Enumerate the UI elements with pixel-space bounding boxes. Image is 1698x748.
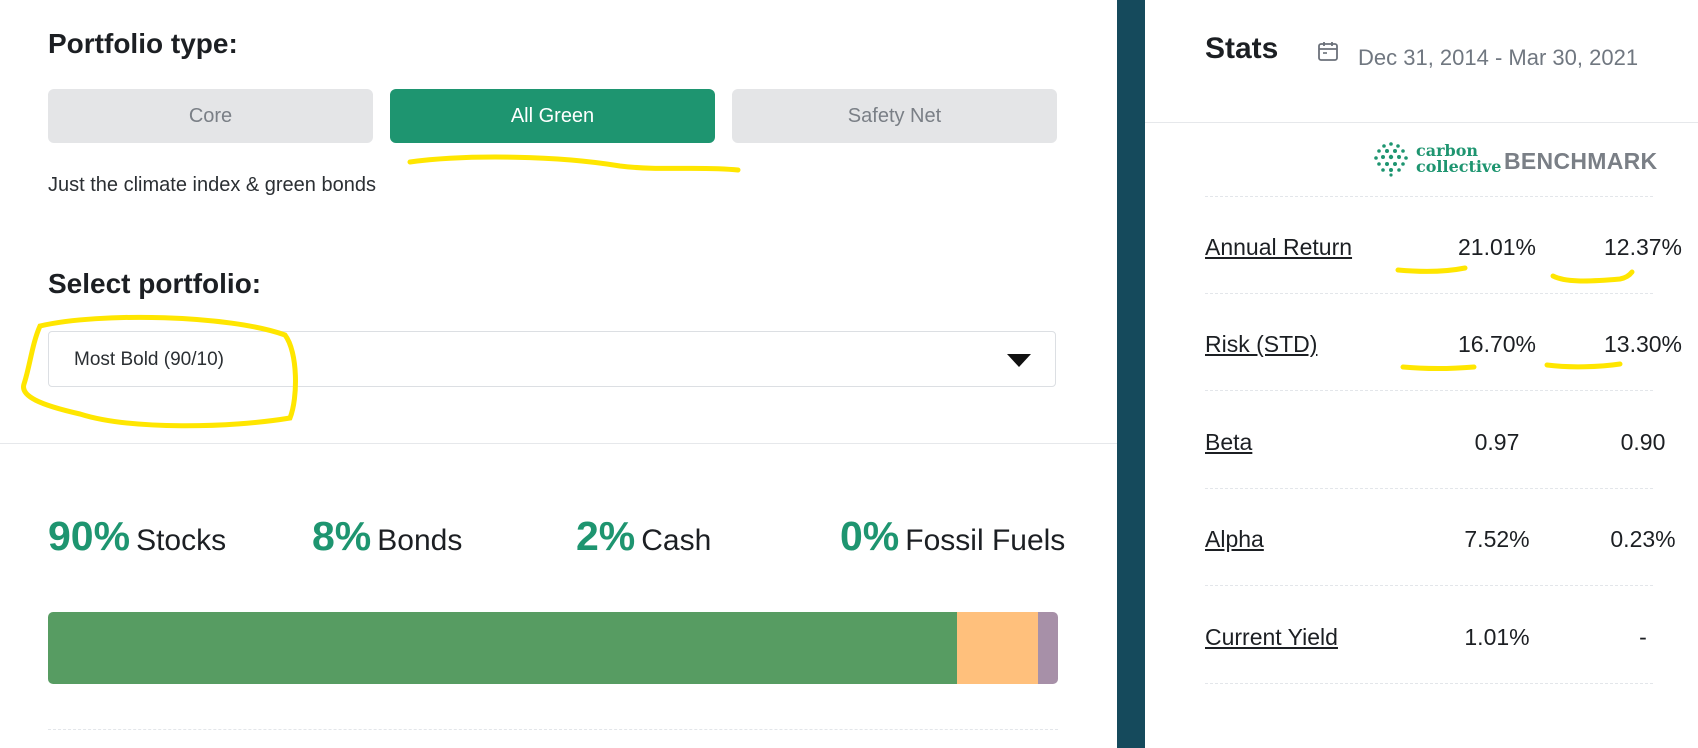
row-divider [1205, 683, 1653, 684]
stats-header-divider [1145, 122, 1698, 123]
stat-benchmark-risk-std: 13.30% [1603, 331, 1682, 357]
stat-benchmark-annual-return: 12.37% [1603, 234, 1682, 260]
allocation-fossil-fuels: 0% Fossil Fuels [840, 513, 1065, 560]
section-divider [0, 443, 1117, 444]
portfolio-type-title: Portfolio type: [48, 28, 238, 59]
allocation-fossil-fuels-pct: 0% [840, 513, 900, 559]
allocation-bonds-pct: 8% [312, 513, 372, 559]
portfolio-select-value: Most Bold (90/10) [74, 349, 224, 370]
allocation-bar-segment-stocks [48, 612, 957, 684]
allocation-bonds: 8% Bonds [312, 513, 462, 560]
allocation-fossil-fuels-label: Fossil Fuels [905, 524, 1066, 557]
stat-carbon-annual-return: 21.01% [1457, 234, 1536, 260]
bottom-divider [48, 729, 1058, 730]
stat-label-current-yield[interactable]: Current Yield [1205, 624, 1338, 651]
stat-carbon-current-yield: 1.01% [1464, 624, 1530, 650]
highlight-underline-all-green [407, 154, 741, 173]
row-divider [1205, 196, 1653, 197]
allocation-bar-segment-bonds [957, 612, 1038, 684]
carbon-collective-logo-mark [1374, 142, 1408, 177]
stat-benchmark-beta: 0.90 [1620, 429, 1666, 455]
portfolio-select[interactable]: Most Bold (90/10) [48, 331, 1056, 387]
allocation-bonds-label: Bonds [377, 524, 463, 557]
allocation-stocks: 90% Stocks [48, 513, 226, 560]
highlight-underline-carbon-return [1395, 265, 1468, 274]
stat-label-annual-return[interactable]: Annual Return [1205, 234, 1352, 261]
stat-carbon-alpha: 7.52% [1464, 526, 1530, 552]
highlight-underline-benchmark-return [1550, 269, 1635, 284]
chevron-down-icon [1007, 354, 1031, 367]
stat-benchmark-current-yield: - [1639, 624, 1647, 650]
highlight-underline-benchmark-risk [1544, 361, 1623, 370]
allocation-stocks-label: Stocks [136, 524, 227, 557]
allocation-bar-segment-cash [1037, 612, 1058, 684]
select-portfolio-title: Select portfolio: [48, 268, 262, 299]
row-divider [1205, 585, 1653, 586]
stat-carbon-beta: 0.97 [1474, 429, 1520, 455]
date-range: Dec 31, 2014 - Mar 30, 2021 [1358, 45, 1639, 70]
allocation-cash: 2% Cash [576, 513, 711, 560]
portfolio-type-core-button[interactable]: Core [48, 89, 373, 143]
stat-label-beta[interactable]: Beta [1205, 429, 1252, 456]
logo-text-line-2: collective [1416, 157, 1502, 176]
row-divider [1205, 390, 1653, 391]
calendar-icon [1318, 42, 1338, 61]
row-divider [1205, 293, 1653, 294]
allocation-cash-pct: 2% [576, 513, 636, 559]
allocation-stocks-pct: 90% [48, 513, 131, 559]
benchmark-column-header: BENCHMARK [1504, 148, 1658, 174]
stats-panel: Stats Dec 31, 2014 - Mar 30, 2021 carbon… [1145, 0, 1698, 748]
carbon-collective-logo: carbon collective [1372, 140, 1501, 178]
stat-label-alpha[interactable]: Alpha [1205, 526, 1264, 553]
stat-label-risk-std[interactable]: Risk (STD) [1205, 331, 1317, 358]
highlight-underline-carbon-risk [1400, 364, 1477, 371]
allocation-bar [48, 612, 1058, 684]
stat-benchmark-alpha: 0.23% [1610, 526, 1676, 552]
panel-divider [1117, 0, 1145, 748]
stats-title: Stats [1205, 32, 1279, 65]
portfolio-type-safety-net-button[interactable]: Safety Net [732, 89, 1057, 143]
row-divider [1205, 488, 1653, 489]
stat-carbon-risk-std: 16.70% [1457, 331, 1536, 357]
portfolio-type-description: Just the climate index & green bonds [48, 174, 376, 196]
allocation-cash-label: Cash [641, 524, 712, 557]
carbon-collective-logo-text: carbon collective [1416, 143, 1501, 175]
portfolio-type-all-green-button[interactable]: All Green [390, 89, 715, 143]
portfolio-panel: Portfolio type: Core All Green Safety Ne… [0, 0, 1117, 748]
